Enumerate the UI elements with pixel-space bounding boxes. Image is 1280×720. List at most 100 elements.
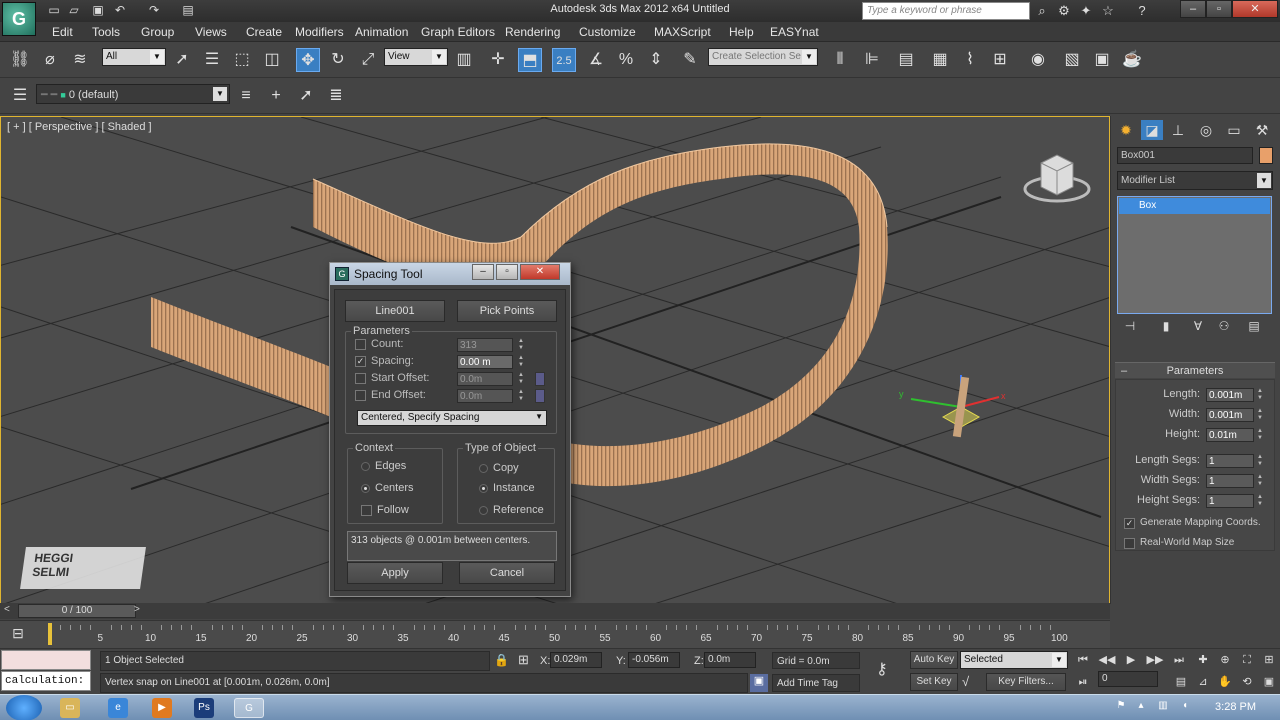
configure-modifier-sets-icon[interactable]: ▤ [1245,319,1263,335]
width-segs-spinner[interactable]: 1 [1206,474,1254,488]
set-key-key-icon[interactable]: ⚷ [876,659,888,679]
current-frame-marker[interactable] [48,623,52,645]
graphite-tools-icon[interactable]: ▦ [928,48,952,72]
menu-graph-editors[interactable]: Graph Editors [421,25,495,39]
cancel-button[interactable]: Cancel [459,562,555,584]
absolute-mode-icon[interactable]: ⊞ [518,652,529,668]
close-button[interactable]: ✕ [1232,0,1278,18]
start-offset-spinner[interactable]: 0.0m [457,372,513,386]
height-spinner[interactable]: 0.01m [1206,428,1254,442]
default-in-out-tangent-icon[interactable]: √ [962,674,969,689]
current-frame-field[interactable]: 0 [1098,671,1158,687]
menu-animation[interactable]: Animation [355,25,408,39]
count-spinner[interactable]: 313 [457,338,513,352]
key-filters-button[interactable]: Key Filters... [986,673,1066,691]
select-by-name-icon[interactable]: ☰ [200,48,224,72]
maximize-viewport-icon[interactable]: ▣ [1260,673,1278,691]
time-prev-icon[interactable]: < [4,604,10,615]
time-tag-icon[interactable]: ▣ [750,674,768,692]
height-segs-spinner[interactable]: 1 [1206,494,1254,508]
height-spinner-arrows[interactable]: ▲ ▼ [1256,428,1264,442]
select-and-scale-icon[interactable]: ⤢ [356,48,380,72]
trackbar[interactable]: ⊟ 5 10 15 20 25 30 35 40 45 50 55 60 65 70 75 80 85 90 95 1… [0,620,1110,648]
display-tab-icon[interactable]: ▭ [1223,120,1245,140]
tray-update-icon[interactable]: ▴ [1134,700,1148,714]
go-to-start-icon[interactable]: ⏮ [1074,651,1092,669]
bind-space-warp-icon[interactable]: ≋ [68,48,92,72]
object-name-field[interactable]: Box001 [1117,147,1253,164]
count-checkbox[interactable] [355,339,366,350]
select-and-link-icon[interactable]: ⛓ [8,48,32,72]
window-crossing-icon[interactable]: ◫ [260,48,284,72]
menu-group[interactable]: Group [141,25,174,39]
spacing-spinner-arrows[interactable]: ▲ ▼ [517,355,525,369]
pin-stack-icon[interactable]: ⊣ [1121,319,1139,335]
snaps-toggle-button[interactable]: 2.5 [552,48,576,72]
y-coordinate-field[interactable]: -0.056m [628,652,680,668]
angle-snap-icon[interactable]: ∡ [584,48,608,72]
menu-views[interactable]: Views [195,25,227,39]
start-offset-lock-icon[interactable] [535,372,545,386]
pick-points-button[interactable]: Pick Points [457,300,557,322]
distribution-dropdown[interactable]: Centered, Specify Spacing ▼ [357,410,547,426]
zoom-extents-icon[interactable]: ⛶ [1238,651,1256,669]
subscription-icon[interactable]: ⚙ [1056,3,1072,19]
auto-key-button[interactable]: Auto Key [910,651,958,669]
help-icon[interactable]: ? [1134,3,1150,19]
rectangular-selection-icon[interactable]: ⬚ [230,48,254,72]
selection-filter-dropdown[interactable]: All ▼ [102,48,166,66]
zoom-icon[interactable]: ✚ [1194,651,1212,669]
tray-flag-icon[interactable]: ⚑ [1114,700,1128,714]
move-gizmo[interactable]: x y [891,367,1011,447]
zoom-extents-all-icon[interactable]: ⊞ [1260,651,1278,669]
manipulate-icon[interactable]: ✛ [486,48,510,72]
menu-modifiers[interactable]: Modifiers [295,25,344,39]
dialog-minimize-button[interactable]: – [472,264,494,280]
named-selection-set-dropdown[interactable]: Create Selection Se ▼ [708,48,818,66]
time-slider[interactable]: < 0 / 100 > [0,603,1110,619]
set-current-layer-icon[interactable]: ≣ [324,84,348,108]
maxscript-listener-input[interactable]: calculation: [1,671,91,691]
key-mode-dropdown[interactable]: Selected ▼ [960,651,1068,669]
maximize-button[interactable]: ▫ [1206,0,1232,18]
viewcube[interactable] [1023,147,1091,207]
parameters-rollout-header[interactable]: – Parameters [1115,362,1275,378]
media-player-icon[interactable]: ▶ [152,698,172,718]
motion-tab-icon[interactable]: ◎ [1195,120,1217,140]
render-production-icon[interactable]: ☕ [1120,48,1144,72]
photoshop-icon[interactable]: Ps [194,698,214,718]
end-offset-spinner-arrows[interactable]: ▲ ▼ [517,389,525,403]
follow-checkbox[interactable] [361,505,372,516]
menu-edit[interactable]: Edit [52,25,73,39]
play-icon[interactable]: ▶ [1122,651,1140,669]
binoculars-icon[interactable]: ⌕ [1034,3,1050,19]
tray-network-icon[interactable]: ▥ [1156,700,1170,714]
spacing-spinner[interactable]: 0.00 m [457,355,513,369]
menu-help[interactable]: Help [729,25,754,39]
count-spinner-arrows[interactable]: ▲ ▼ [517,338,525,352]
keyboard-shortcut-override-icon[interactable]: ⬒ [518,48,542,72]
start-offset-spinner-arrows[interactable]: ▲ ▼ [517,372,525,386]
schematic-view-icon[interactable]: ⊞ [988,48,1012,72]
pan-view-icon[interactable]: ✋ [1216,673,1234,691]
start-button[interactable] [6,695,42,720]
pick-path-button[interactable]: Line001 [345,300,445,322]
edit-named-selection-icon[interactable]: ✎ [678,48,702,72]
modifier-list-dropdown[interactable]: Modifier List ▼ [1117,171,1273,190]
orbit-icon[interactable]: ⟲ [1238,673,1256,691]
help-search-input[interactable]: Type a keyword or phrase [862,2,1030,20]
menu-rendering[interactable]: Rendering [505,25,560,39]
layer-manager-icon[interactable]: ☰ [8,84,32,108]
communication-center-icon[interactable]: ✦ [1078,3,1094,19]
menu-maxscript[interactable]: MAXScript [654,25,711,39]
object-color-swatch[interactable] [1259,147,1273,164]
apply-button[interactable]: Apply [347,562,443,584]
stack-item-box[interactable]: Box [1119,198,1270,214]
select-in-layer-icon[interactable]: ➚ [294,84,318,108]
explorer-icon[interactable]: ▭ [60,698,80,718]
dialog-maximize-button[interactable]: ▫ [496,264,518,280]
make-unique-icon[interactable]: ∀ [1189,319,1207,335]
menu-customize[interactable]: Customize [579,25,636,39]
utilities-tab-icon[interactable]: ⚒ [1251,120,1273,140]
rendered-frame-window-icon[interactable]: ▣ [1090,48,1114,72]
